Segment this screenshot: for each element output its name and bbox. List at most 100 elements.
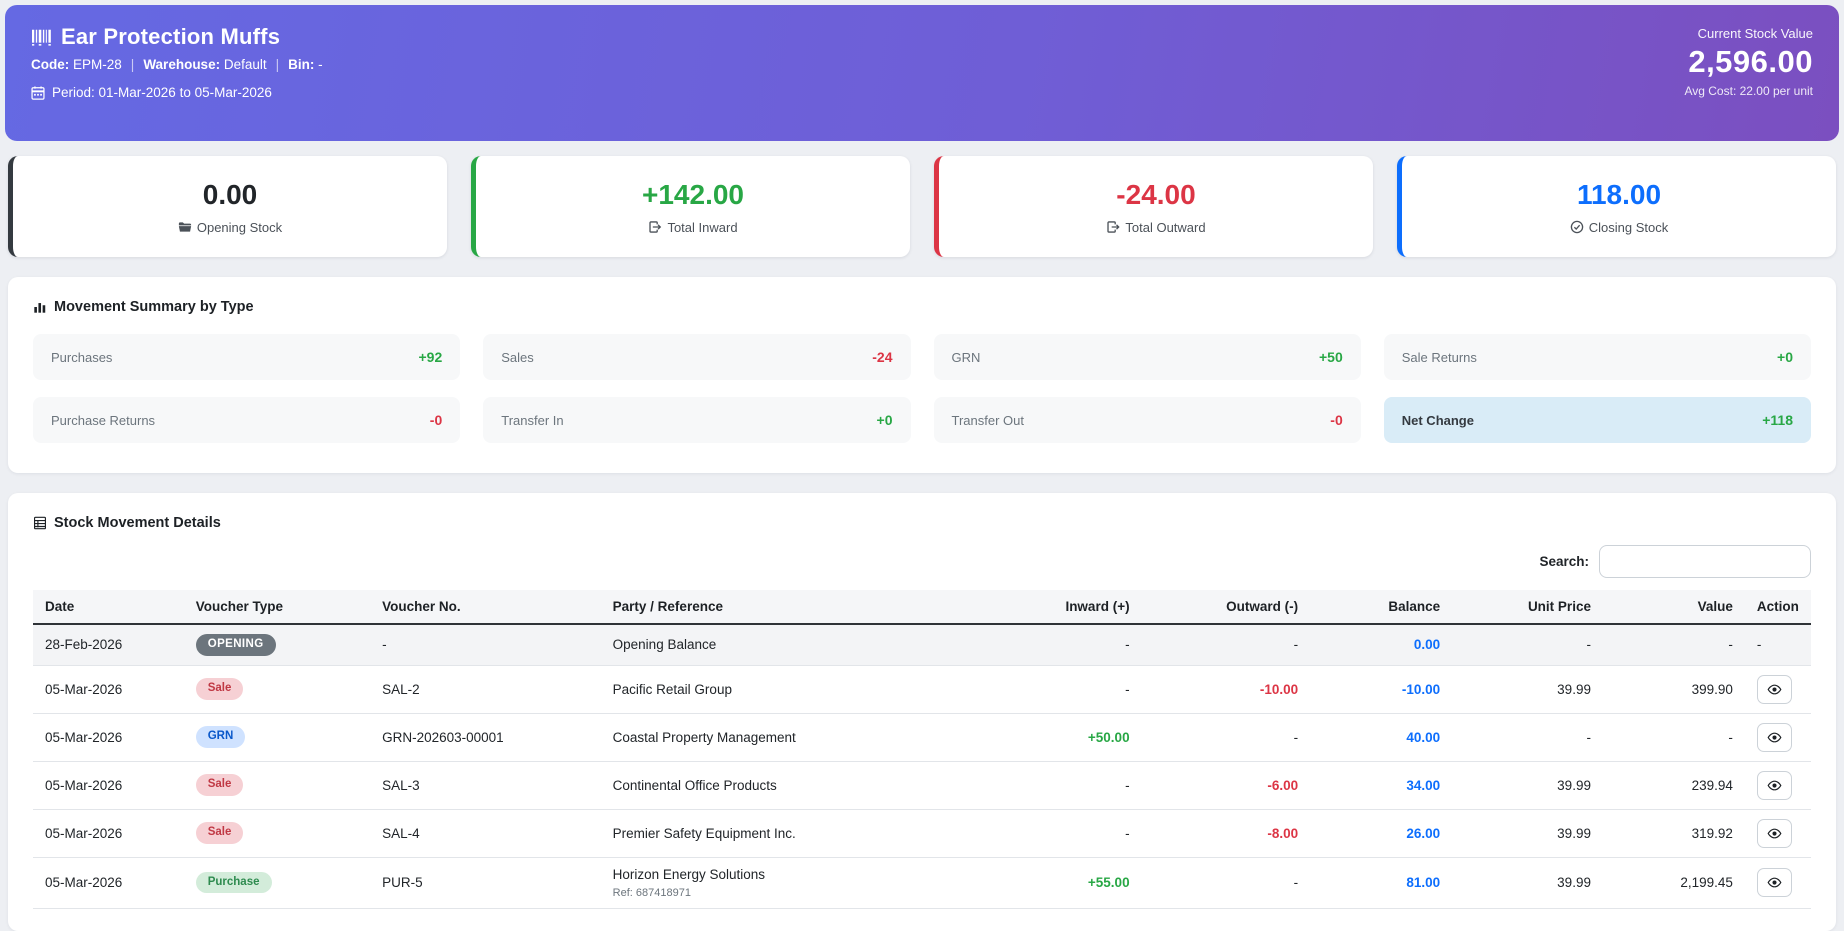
warehouse-label: Warehouse:	[143, 57, 220, 72]
cell-date: 28-Feb-2026	[33, 624, 184, 665]
barcode-icon	[31, 28, 52, 47]
column-header-date[interactable]: Date	[33, 590, 184, 624]
column-header-voucher-type[interactable]: Voucher Type	[184, 590, 370, 624]
stat-value: +142.00	[642, 179, 744, 211]
cell-inward: +50.00	[982, 713, 1142, 761]
column-header-action[interactable]: Action	[1745, 590, 1811, 624]
voucher-type-badge: Sale	[196, 678, 244, 700]
summary-item-sales: Sales-24	[483, 334, 910, 380]
page: Ear Protection Muffs Code: EPM-28 | Ware…	[0, 0, 1844, 931]
cell-outward: -	[1142, 857, 1311, 908]
summary-item-transfer-in: Transfer In+0	[483, 397, 910, 443]
summary-grid: Purchases+92Sales-24GRN+50Sale Returns+0…	[33, 334, 1811, 451]
cell-balance: 0.00	[1310, 624, 1452, 665]
summary-item-label: GRN	[952, 350, 981, 365]
summary-item-purchase-returns: Purchase Returns-0	[33, 397, 460, 443]
cell-balance: 81.00	[1310, 857, 1452, 908]
cell-type: GRN	[184, 713, 370, 761]
cell-date: 05-Mar-2026	[33, 665, 184, 713]
code-value: EPM-28	[73, 57, 122, 72]
cell-balance: -10.00	[1310, 665, 1452, 713]
cell-type: Sale	[184, 761, 370, 809]
column-header-balance[interactable]: Balance	[1310, 590, 1452, 624]
column-header-value[interactable]: Value	[1603, 590, 1745, 624]
arrow-in-icon	[648, 220, 662, 234]
summary-item-value: +0	[1777, 349, 1793, 365]
product-meta: Code: EPM-28 | Warehouse: Default | Bin:…	[31, 57, 323, 72]
view-button[interactable]	[1757, 675, 1792, 704]
stat-label: Closing Stock	[1570, 220, 1668, 235]
table-icon	[33, 516, 47, 530]
cell-inward: -	[982, 761, 1142, 809]
cell-date: 05-Mar-2026	[33, 713, 184, 761]
voucher-type-badge: Sale	[196, 774, 244, 796]
cell-value: 239.94	[1603, 761, 1745, 809]
cell-party: Horizon Energy SolutionsRef: 687418971	[601, 857, 982, 908]
table-row: 28-Feb-2026OPENING-Opening Balance--0.00…	[33, 624, 1811, 665]
eye-icon	[1767, 875, 1782, 890]
summary-item-purchases: Purchases+92	[33, 334, 460, 380]
details-title: Stock Movement Details	[54, 515, 221, 531]
column-header-inward[interactable]: Inward (+)	[982, 590, 1142, 624]
stat-label: Total Outward	[1106, 220, 1205, 235]
stat-value: 118.00	[1577, 179, 1661, 211]
cell-inward: +55.00	[982, 857, 1142, 908]
cell-type: Sale	[184, 809, 370, 857]
view-button[interactable]	[1757, 771, 1792, 800]
cell-party: Opening Balance	[601, 624, 982, 665]
stat-card-opening-stock: 0.00 Opening Stock	[8, 156, 447, 257]
cell-date: 05-Mar-2026	[33, 857, 184, 908]
cell-voucher: -	[370, 624, 601, 665]
summary-item-grn: GRN+50	[934, 334, 1361, 380]
stat-label: Total Inward	[648, 220, 737, 235]
table-row: 05-Mar-2026SaleSAL-4Premier Safety Equip…	[33, 809, 1811, 857]
stat-label-text: Opening Stock	[197, 220, 282, 235]
movement-summary-panel: Movement Summary by Type Purchases+92Sal…	[8, 277, 1836, 473]
party-name: Coastal Property Management	[613, 730, 970, 745]
search-input[interactable]	[1599, 545, 1811, 578]
cell-value: 319.92	[1603, 809, 1745, 857]
summary-item-label: Transfer Out	[952, 413, 1024, 428]
cell-balance: 26.00	[1310, 809, 1452, 857]
view-button[interactable]	[1757, 868, 1792, 897]
cell-balance: 40.00	[1310, 713, 1452, 761]
stock-value-block: Current Stock Value 2,596.00 Avg Cost: 2…	[1684, 22, 1813, 125]
cell-party: Continental Office Products	[601, 761, 982, 809]
column-header-outward[interactable]: Outward (-)	[1142, 590, 1311, 624]
stat-value: 0.00	[203, 179, 258, 211]
summary-item-value: -24	[872, 349, 892, 365]
meta-separator: |	[131, 57, 135, 72]
cell-type: Sale	[184, 665, 370, 713]
folder-icon	[178, 220, 192, 234]
bar-chart-icon	[33, 300, 47, 314]
party-name: Horizon Energy Solutions	[613, 867, 970, 882]
meta-separator: |	[276, 57, 280, 72]
view-button[interactable]	[1757, 819, 1792, 848]
cell-voucher: SAL-3	[370, 761, 601, 809]
column-header-party-reference[interactable]: Party / Reference	[601, 590, 982, 624]
cell-date: 05-Mar-2026	[33, 809, 184, 857]
code-label: Code:	[31, 57, 69, 72]
summary-item-value: +118	[1762, 412, 1793, 428]
page-title: Ear Protection Muffs	[61, 24, 280, 50]
product-header: Ear Protection Muffs Code: EPM-28 | Ware…	[5, 5, 1839, 141]
cell-voucher: GRN-202603-00001	[370, 713, 601, 761]
stat-label-text: Total Outward	[1125, 220, 1205, 235]
cell-action	[1745, 665, 1811, 713]
cell-inward: -	[982, 624, 1142, 665]
eye-icon	[1767, 826, 1782, 841]
stat-card-total-outward: -24.00Total Outward	[934, 156, 1373, 257]
search-row: Search:	[33, 545, 1811, 578]
column-header-unit-price[interactable]: Unit Price	[1452, 590, 1603, 624]
cell-action	[1745, 857, 1811, 908]
table-body: 28-Feb-2026OPENING-Opening Balance--0.00…	[33, 624, 1811, 908]
column-header-voucher-no[interactable]: Voucher No.	[370, 590, 601, 624]
calendar-icon	[31, 86, 45, 100]
summary-item-value: -0	[430, 412, 442, 428]
cell-voucher: SAL-4	[370, 809, 601, 857]
eye-icon	[1767, 682, 1782, 697]
voucher-type-badge: Sale	[196, 822, 244, 844]
cell-action	[1745, 761, 1811, 809]
view-button[interactable]	[1757, 723, 1792, 752]
cell-type: OPENING	[184, 624, 370, 665]
